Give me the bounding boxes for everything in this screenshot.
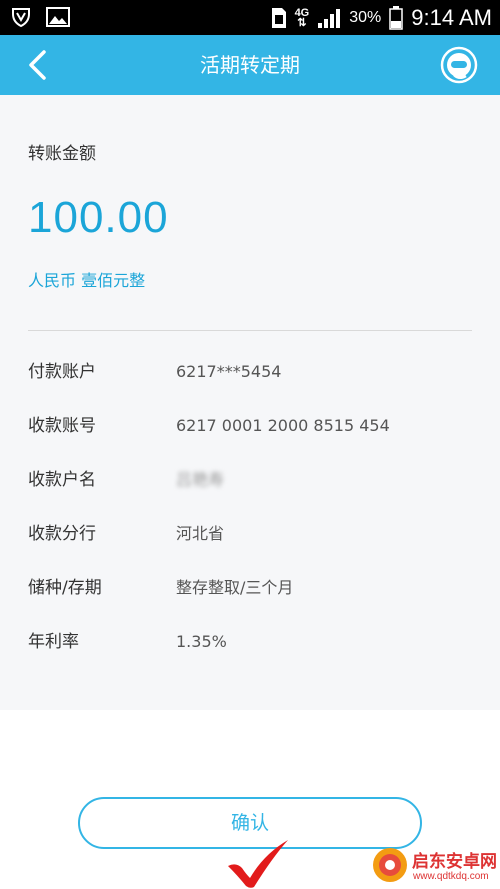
detail-label: 收款户名 xyxy=(28,470,96,490)
nav-bar: 活期转定期 xyxy=(0,35,500,95)
battery-percent: 30% xyxy=(349,8,382,26)
detail-label: 付款账户 xyxy=(28,362,96,382)
detail-row-payer-account: 付款账户 6217***5454 xyxy=(28,357,472,387)
detail-row-payee-branch: 收款分行 河北省 xyxy=(28,519,472,549)
detail-row-deposit-term: 储种/存期 整存整取/三个月 xyxy=(28,573,472,603)
amount-value: 100.00 xyxy=(28,193,169,242)
status-bar: 4G ⇅ 30% 9:14 AM xyxy=(0,0,500,35)
divider xyxy=(28,330,472,331)
watermark-title: 启东安卓网 xyxy=(412,852,497,872)
transfer-details-panel: 转账金额 100.00 人民币 壹佰元整 付款账户 6217***5454 收款… xyxy=(0,95,500,710)
shield-icon xyxy=(12,8,30,28)
customer-service-icon xyxy=(440,46,478,84)
detail-row-interest-rate: 年利率 1.35% xyxy=(28,627,472,657)
detail-label: 收款分行 xyxy=(28,524,96,544)
image-icon xyxy=(46,7,70,27)
detail-value: 6217***5454 xyxy=(176,362,282,381)
detail-value-blurred: 吕艳寿 xyxy=(176,470,225,489)
network-type: 4G ⇅ xyxy=(294,6,310,29)
detail-label: 储种/存期 xyxy=(28,578,102,598)
amount-in-words: 人民币 壹佰元整 xyxy=(28,271,146,290)
detail-value: 整存整取/三个月 xyxy=(176,578,294,597)
watermark-url: www.qdtkdq.com xyxy=(413,871,489,882)
page-title: 活期转定期 xyxy=(200,53,300,77)
battery-icon xyxy=(389,5,404,30)
amount-label: 转账金额 xyxy=(28,144,96,164)
clock: 9:14 AM xyxy=(411,4,492,30)
detail-value: 河北省 xyxy=(176,524,225,543)
detail-label: 年利率 xyxy=(28,632,79,652)
detail-label: 收款账号 xyxy=(28,416,96,436)
detail-row-payee-account: 收款账号 6217 0001 2000 8515 454 xyxy=(28,411,472,441)
detail-value: 1.35% xyxy=(176,632,227,651)
status-left-icons xyxy=(10,6,70,28)
detail-value: 6217 0001 2000 8515 454 xyxy=(176,416,390,435)
status-right-icons: 4G ⇅ 30% 9:14 AM xyxy=(271,0,492,35)
sim-card-icon xyxy=(271,7,286,28)
logo-icon xyxy=(373,848,407,882)
detail-row-payee-name: 收款户名 吕艳寿 xyxy=(28,465,472,495)
signal-icon xyxy=(318,8,341,28)
check-mark-icon xyxy=(228,840,288,888)
watermark: 启东安卓网 www.qdtkdq.com xyxy=(372,843,500,889)
customer-service-button[interactable] xyxy=(440,46,478,84)
